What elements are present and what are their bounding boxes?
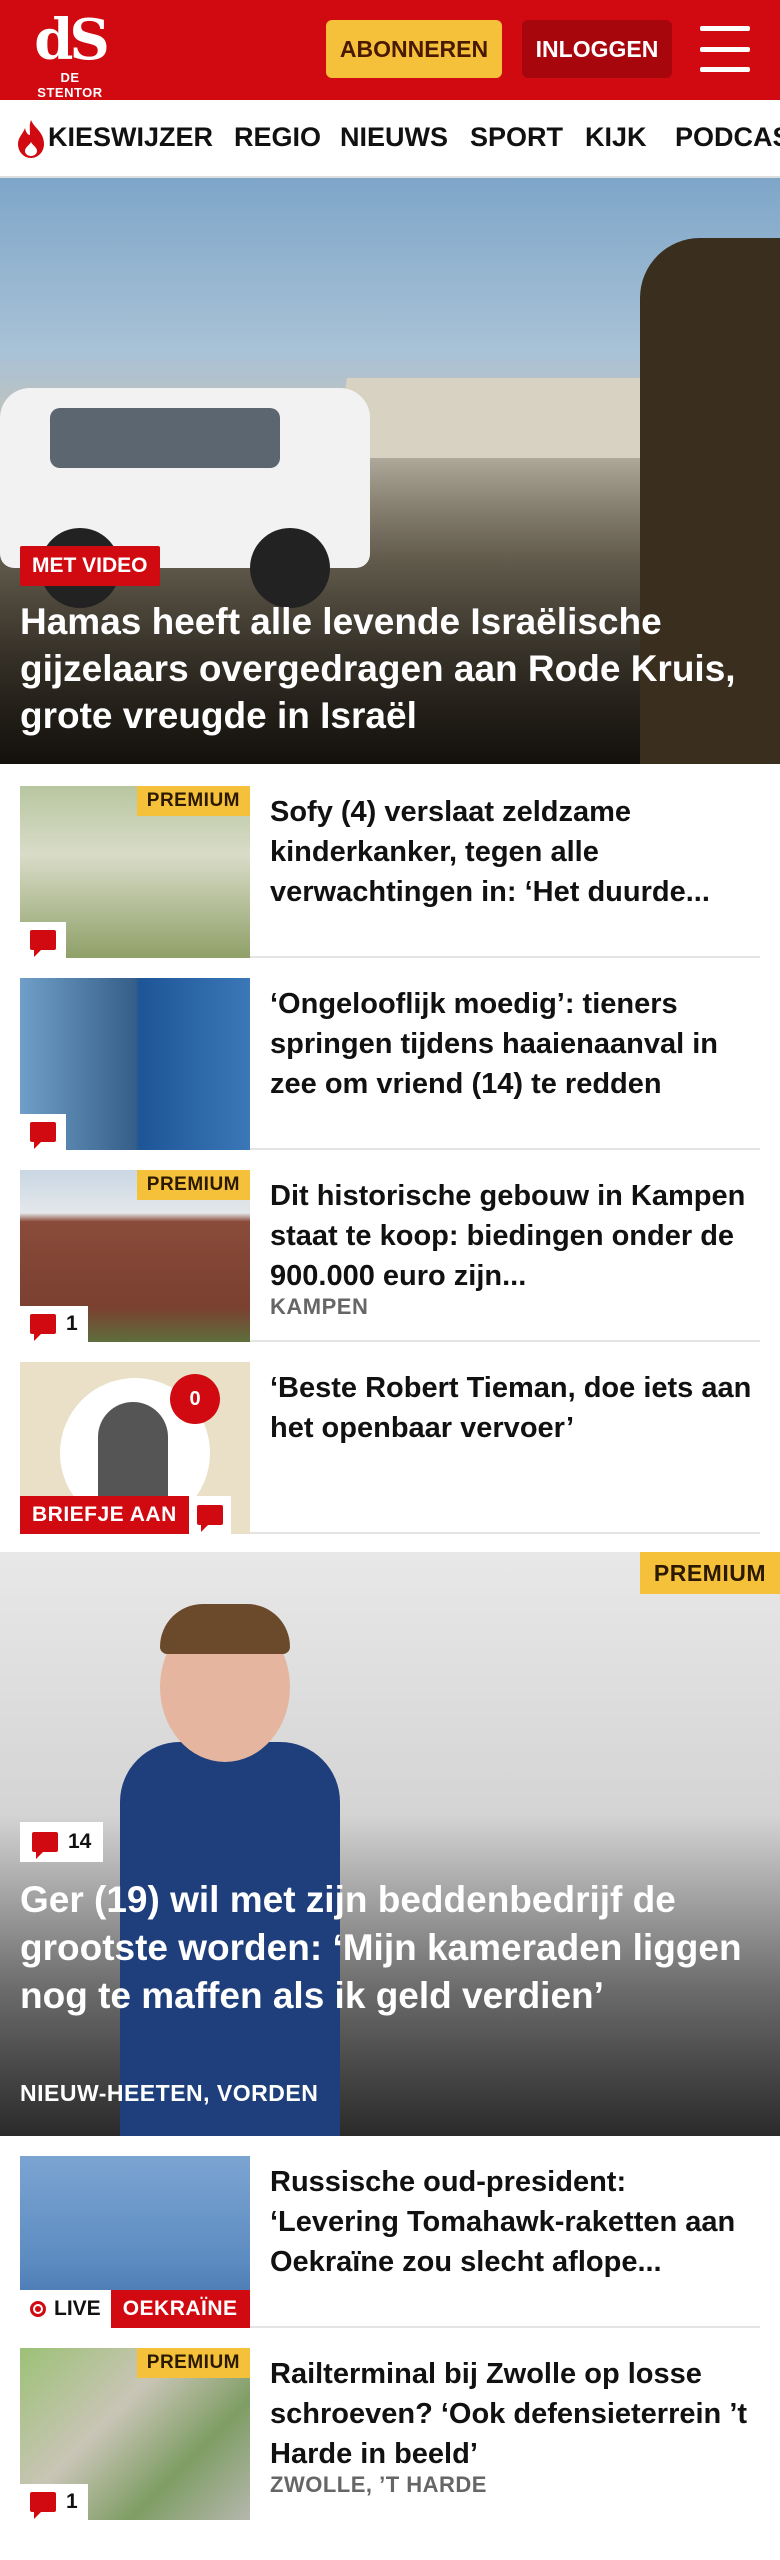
hamburger-menu-icon[interactable] — [700, 26, 750, 72]
comment-indicator — [188, 1496, 231, 1534]
premium-badge: PREMIUM — [639, 1552, 780, 1594]
hero-image-vehicle-window — [50, 408, 280, 468]
comment-count: 1 — [66, 1312, 78, 1335]
article-title[interactable]: Sofy (4) verslaat zeldzame kinderkanker,… — [270, 792, 760, 912]
feature-image-person-hair — [160, 1604, 290, 1654]
briefje-aan-label: BRIEFJE AAN — [20, 1496, 189, 1534]
logo-mark: dS — [34, 7, 110, 73]
live-dot-icon — [30, 2301, 46, 2317]
comment-indicator — [20, 922, 66, 958]
live-label: LIVE — [54, 2297, 101, 2320]
comment-icon — [30, 930, 56, 957]
article-thumbnail: PREMIUM 1 — [20, 1170, 250, 1342]
comment-indicator: 1 — [20, 2484, 88, 2520]
premium-badge: PREMIUM — [136, 2348, 250, 2378]
subscribe-button[interactable]: ABONNEREN — [326, 20, 502, 78]
comment-icon — [196, 1505, 223, 1532]
comment-icon — [30, 1314, 56, 1341]
comment-indicator — [20, 1114, 66, 1150]
top-header: dS DE STENTOR ABONNEREN INLOGGEN — [0, 0, 780, 100]
hero-image-wheel — [250, 528, 330, 608]
site-logo[interactable]: dS DE STENTOR — [28, 7, 112, 100]
video-badge: MET VIDEO — [20, 546, 160, 586]
comment-icon — [30, 1122, 56, 1149]
article-card[interactable]: ‘Ongelooflijk moedig’: tieners springen … — [20, 978, 760, 1150]
article-thumbnail — [20, 978, 250, 1150]
comment-count: 1 — [66, 2490, 78, 2513]
article-location: ZWOLLE, ’T HARDE — [270, 2472, 487, 2497]
nav-item-nieuws[interactable]: NIEUWS — [340, 122, 448, 153]
comment-icon — [30, 2492, 56, 2519]
badge-count: 0 — [170, 1374, 220, 1424]
premium-badge: PREMIUM — [136, 1170, 250, 1200]
feature-location: NIEUW-HEETEN, VORDEN — [20, 2080, 319, 2106]
nav-item-regio[interactable]: REGIO — [234, 122, 321, 153]
article-title[interactable]: Dit historische gebouw in Kampen staat t… — [270, 1176, 760, 1296]
article-card[interactable]: PREMIUM 1 Railterminal bij Zwolle op los… — [20, 2348, 760, 2520]
article-title[interactable]: Railterminal bij Zwolle op losse schroev… — [270, 2354, 760, 2474]
live-tag: LIVE OEKRAÏNE — [20, 2290, 250, 2328]
category-label: OEKRAÏNE — [110, 2290, 250, 2328]
comment-count: 14 — [68, 1830, 92, 1853]
comment-icon — [32, 1832, 58, 1859]
article-thumbnail: 0 BRIEFJE AAN — [20, 1362, 250, 1534]
article-thumbnail: LIVE OEKRAÏNE — [20, 2156, 250, 2328]
nav-item-podcasts[interactable]: PODCASTS — [675, 122, 780, 153]
premium-badge: PREMIUM — [136, 786, 250, 816]
article-card[interactable]: PREMIUM 1 Dit historische gebouw in Kamp… — [20, 1170, 760, 1342]
live-indicator: LIVE — [20, 2290, 111, 2328]
article-title[interactable]: Russische oud-president: ‘Levering Tomah… — [270, 2162, 760, 2282]
hero-article[interactable]: MET VIDEO Hamas heeft alle levende Israë… — [0, 178, 780, 764]
nav-item-sport[interactable]: SPORT — [470, 122, 563, 153]
briefje-aan-tag: BRIEFJE AAN — [20, 1496, 231, 1534]
comment-indicator: 1 — [20, 1306, 88, 1342]
logo-subtitle: DE STENTOR — [37, 70, 103, 100]
login-button[interactable]: INLOGGEN — [522, 20, 672, 78]
article-card[interactable]: PREMIUM Sofy (4) verslaat zeldzame kinde… — [20, 786, 760, 958]
nav-item-kieswijzer[interactable]: KIESWIJZER — [48, 122, 213, 153]
feature-title[interactable]: Ger (19) wil met zijn beddenbedrijf de g… — [20, 1876, 760, 2020]
feature-article[interactable]: PREMIUM 14 Ger (19) wil met zijn beddenb… — [0, 1552, 780, 2136]
article-title[interactable]: ‘Ongelooflijk moedig’: tieners springen … — [270, 984, 760, 1104]
article-card[interactable]: 0 BRIEFJE AAN ‘Beste Robert Tieman, doe … — [20, 1362, 760, 1534]
section-nav: KIESWIJZER REGIO NIEUWS SPORT KIJK PODCA… — [0, 100, 780, 178]
comment-indicator: 14 — [20, 1822, 104, 1862]
article-thumbnail: PREMIUM — [20, 786, 250, 958]
article-location: KAMPEN — [270, 1294, 369, 1319]
flame-icon — [18, 120, 44, 158]
hero-title[interactable]: Hamas heeft alle levende Israëlische gij… — [20, 598, 760, 739]
article-card[interactable]: LIVE OEKRAÏNE Russische oud-president: ‘… — [20, 2156, 760, 2328]
nav-item-kijk[interactable]: KIJK — [585, 122, 647, 153]
article-title[interactable]: ‘Beste Robert Tieman, doe iets aan het o… — [270, 1368, 760, 1448]
article-thumbnail: PREMIUM 1 — [20, 2348, 250, 2520]
